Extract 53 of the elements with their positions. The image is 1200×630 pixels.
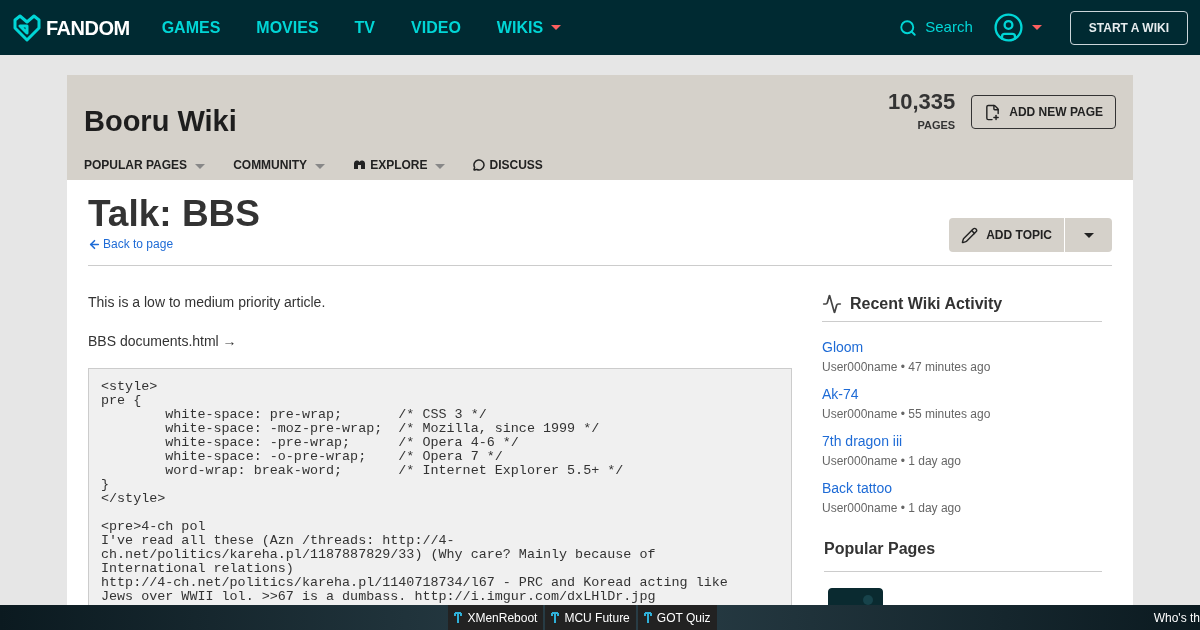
start-wiki-button[interactable]: START A WIKI <box>1069 10 1188 45</box>
user-icon <box>992 12 1024 43</box>
nav-link[interactable]: TV <box>354 15 376 40</box>
wiki-nav-item[interactable]: EXPLORE <box>353 155 446 174</box>
speech-bubble-icon <box>473 158 486 171</box>
caret-icon <box>1083 232 1094 238</box>
add-page-button[interactable]: ADD NEW PAGE <box>971 95 1116 129</box>
quiz-tab[interactable]: XMenReboot <box>448 605 544 630</box>
bottom-bar-text: Who's th <box>1153 609 1200 627</box>
caret-icon <box>1031 25 1042 30</box>
nav-link[interactable]: MOVIES <box>256 15 319 40</box>
page-title: Talk: BBS <box>88 193 260 235</box>
back-link[interactable]: Back to page <box>88 235 260 253</box>
brand-logo[interactable]: FANDOM <box>46 12 130 43</box>
activity-page-link[interactable]: 7th dragon iii <box>822 431 1102 452</box>
pencil-icon <box>961 226 979 244</box>
caret-icon <box>195 163 206 169</box>
activity-page-link[interactable]: Back tattoo <box>822 478 1102 499</box>
activity-meta: User000name • 47 minutes ago <box>822 359 992 376</box>
activity-page-link[interactable]: Ak-74 <box>822 384 1102 405</box>
new-page-icon <box>984 103 1002 121</box>
wiki-nav-item[interactable]: POPULAR PAGES <box>84 155 206 174</box>
wiki-nav-item[interactable]: COMMUNITY <box>233 155 326 174</box>
activity-meta: User000name • 55 minutes ago <box>822 406 992 423</box>
nav-link[interactable]: WIKIS <box>496 15 562 40</box>
intro-text: This is a low to medium priority article. <box>88 293 327 312</box>
nav-link[interactable]: VIDEO <box>411 15 461 40</box>
caret-icon <box>551 25 562 30</box>
back-arrow-icon <box>88 237 101 251</box>
explore-icon <box>353 159 367 170</box>
activity-meta: User000name • 1 day ago <box>822 453 962 470</box>
activity-title: Recent Wiki Activity <box>850 294 1003 314</box>
account-button[interactable] <box>992 12 1042 43</box>
page-count: 10,335 <box>887 91 956 113</box>
caret-icon <box>435 163 446 169</box>
antenna-icon <box>454 611 463 624</box>
activity-meta: User000name • 1 day ago <box>822 500 962 517</box>
heart-logo-icon <box>12 13 42 42</box>
page-count-label: PAGES <box>917 118 956 133</box>
nav-link[interactable]: GAMES <box>161 15 221 40</box>
antenna-icon <box>643 611 652 624</box>
search-icon <box>899 18 918 37</box>
popular-pages-title: Popular Pages <box>824 537 1102 572</box>
caret-icon <box>315 163 326 169</box>
activity-icon <box>822 294 842 314</box>
wiki-nav-item[interactable]: DISCUSS <box>473 155 543 174</box>
wiki-title[interactable]: Booru Wiki <box>84 100 237 144</box>
search-button[interactable]: Search <box>899 16 973 39</box>
document-link[interactable]: BBS documents.html → <box>88 331 792 352</box>
activity-page-link[interactable]: Gloom <box>822 337 1102 358</box>
quiz-tab[interactable]: MCU Future <box>545 605 636 630</box>
antenna-icon <box>551 611 560 624</box>
quiz-tab[interactable]: GOT Quiz <box>637 605 717 630</box>
